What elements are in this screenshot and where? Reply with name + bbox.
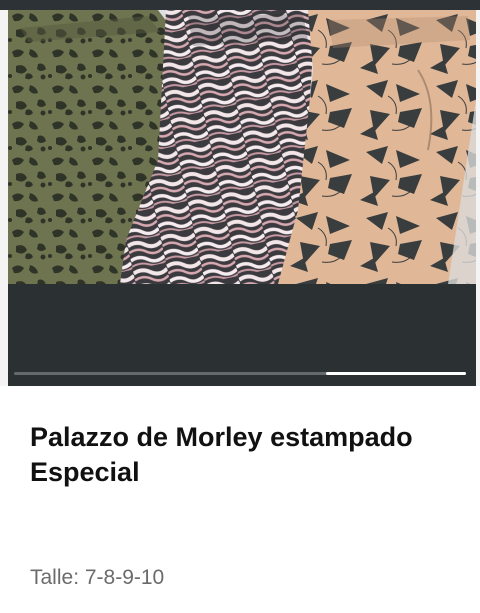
product-photo[interactable]	[8, 10, 476, 284]
product-sizes: Talle: 7-8-9-10	[30, 566, 165, 589]
product-title-line1: Palazzo de Morley estampado	[30, 422, 413, 452]
page-edge-right	[476, 10, 480, 386]
product-image-carousel[interactable]	[8, 10, 476, 386]
gallery-progress-indicator	[325, 372, 466, 375]
gallery-progress-track	[14, 372, 466, 375]
product-title-line2: Especial	[30, 457, 140, 487]
image-letterbox	[8, 284, 476, 386]
product-title: Palazzo de Morley estampado Especial	[30, 420, 460, 490]
page-edge-left	[0, 10, 8, 386]
status-bar	[0, 0, 480, 10]
